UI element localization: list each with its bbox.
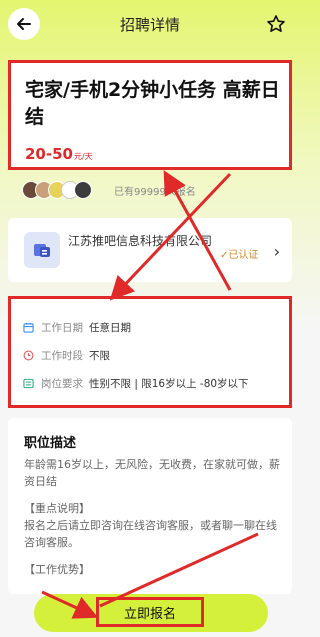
annotation-arrows: [41, 170, 259, 619]
